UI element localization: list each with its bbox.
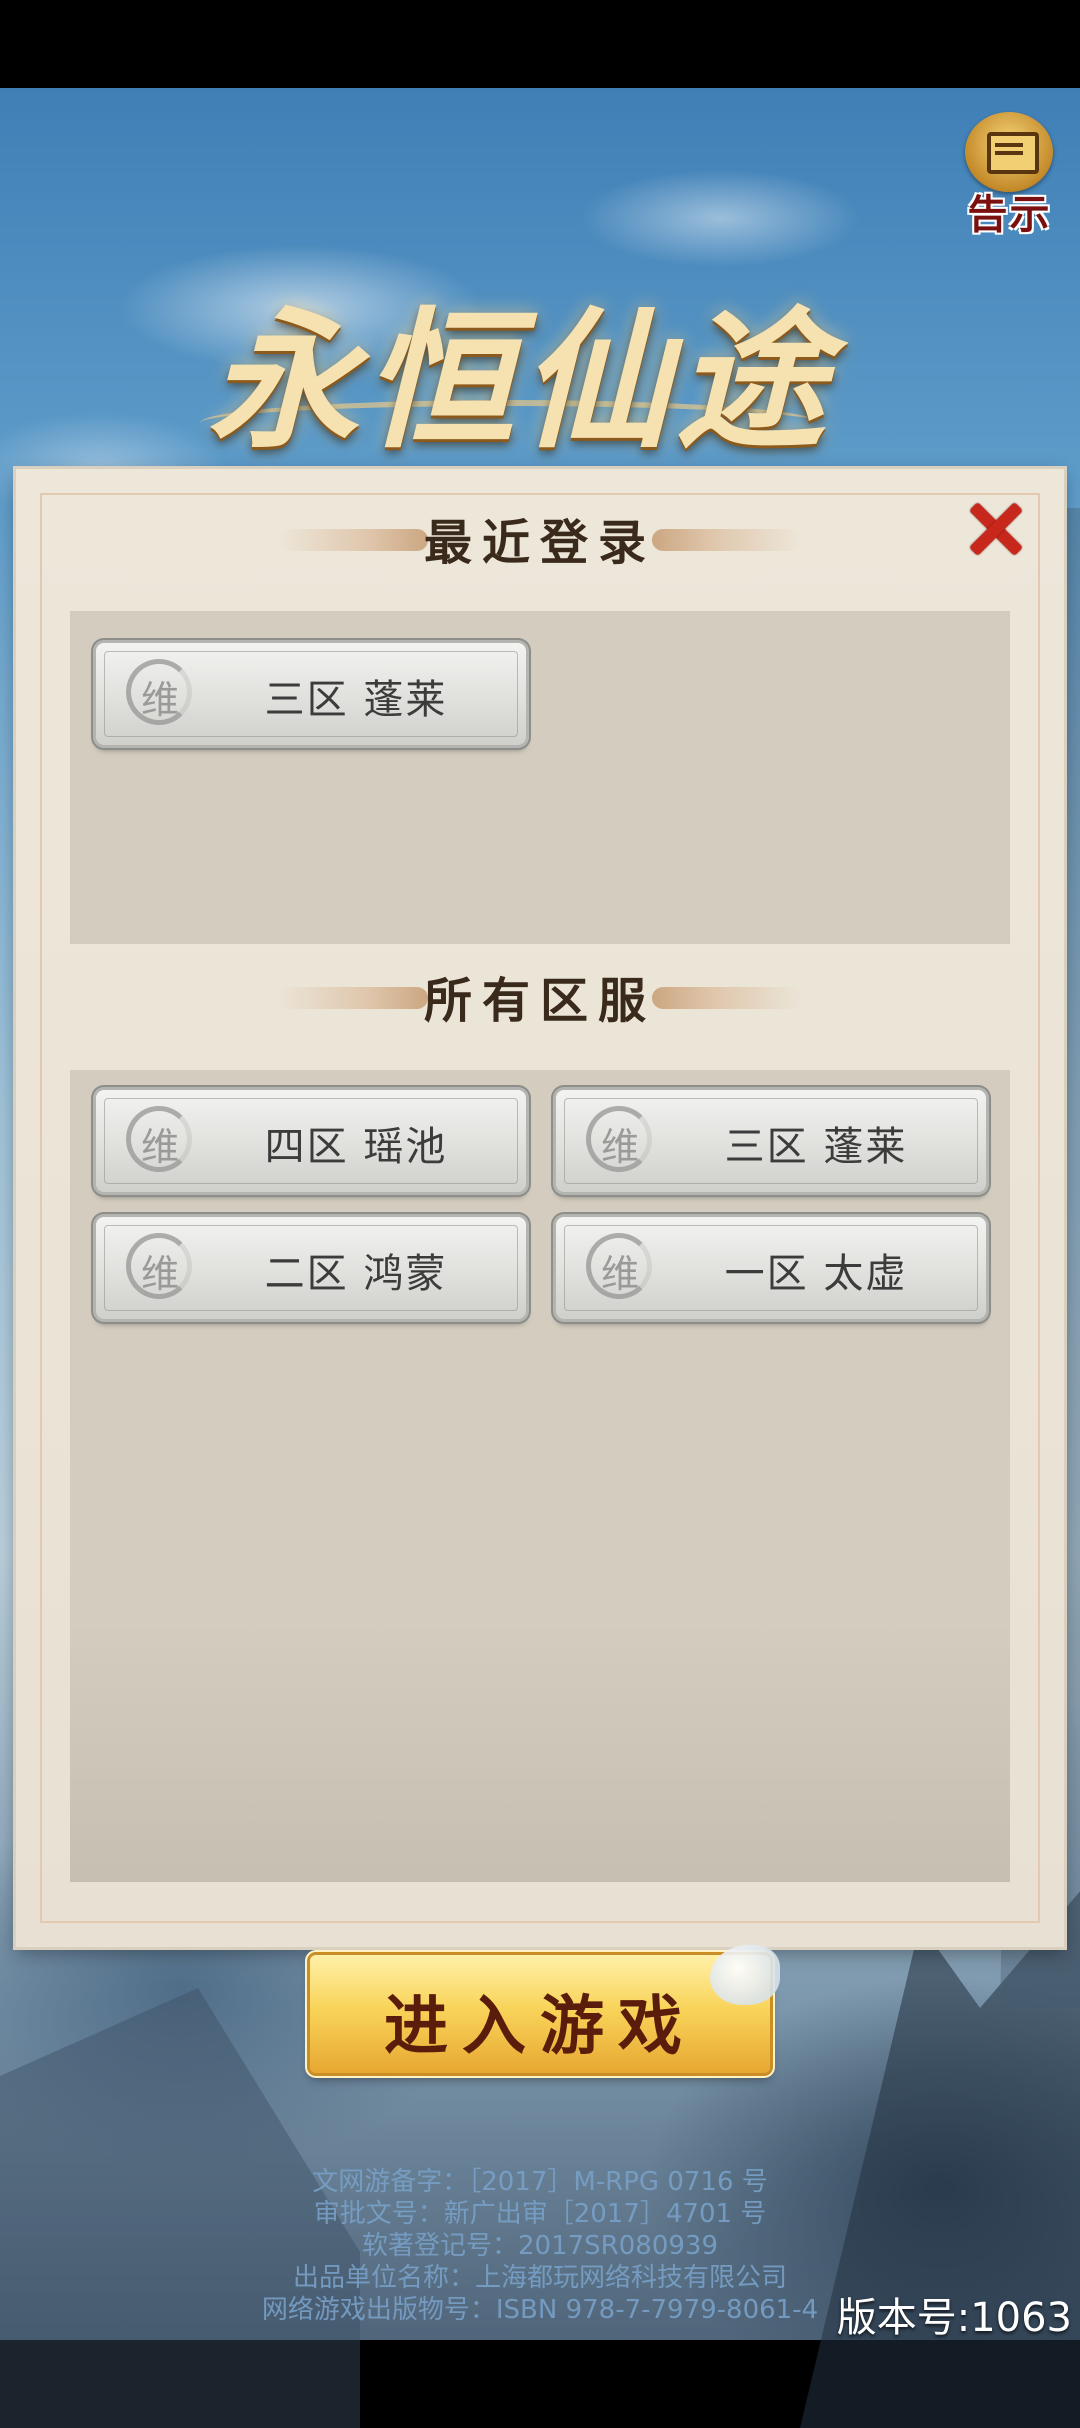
maintenance-glyph: 维 [600,1252,639,1296]
credit-line: 审批文号：新广出审［2017］4701 号 [313,2199,767,2229]
enter-game-label: 进入游戏 [384,1989,696,2064]
credit-line: 软著登记号：2017SR080939 [362,2231,718,2261]
enter-game-button[interactable]: 进入游戏 [310,1945,780,2073]
server-button[interactable]: 维 四区 瑶池 [96,1090,526,1192]
recent-server-button[interactable]: 维 三区 蓬莱 [96,643,526,745]
server-button[interactable]: 维 一区 太虚 [556,1217,986,1319]
server-name: 四区 瑶池 [264,1124,448,1170]
recent-server-list: 维 三区 蓬莱 [70,611,1010,944]
game-logo: 永恒仙途 [160,250,880,469]
server-name: 一区 太虚 [724,1251,908,1297]
all-server-list: 维 四区 瑶池 维 三区 蓬莱 维 二区 鸿蒙 维 一区 太虚 [70,1070,1010,1882]
status-bar [0,0,1080,88]
all-servers-header: 所有区服 [16,953,1064,1033]
maintenance-glyph: 维 [140,1252,179,1296]
maintenance-glyph: 维 [600,1125,639,1169]
version-label: 版本号:1063 [836,2295,1072,2341]
server-name: 三区 蓬莱 [264,677,448,723]
credit-line: 网络游戏出版物号：ISBN 978-7-7979-8061-4 [261,2295,819,2325]
server-button[interactable]: 维 三区 蓬莱 [556,1090,986,1192]
license-credits: 文网游备字：［2017］M-RPG 0716 号 审批文号：新广出审［2017］… [150,2166,930,2326]
maintenance-glyph: 维 [140,1125,179,1169]
notice-button[interactable]: 告示 [957,110,1062,238]
server-name: 三区 蓬莱 [724,1124,908,1170]
game-logo-text: 永恒仙途 [207,293,832,469]
recent-header: 最近登录 [16,495,1064,575]
recent-title: 最近登录 [423,515,656,571]
maintenance-glyph: 维 [140,678,179,722]
notice-label: 告示 [967,191,1052,238]
credit-line: 文网游备字：［2017］M-RPG 0716 号 [312,2167,768,2197]
server-name: 二区 鸿蒙 [264,1251,448,1297]
credit-line: 出品单位名称：上海都玩网络科技有限公司 [292,2263,787,2293]
server-button[interactable]: 维 二区 鸿蒙 [96,1217,526,1319]
server-select-panel: 最近登录 维 三区 蓬莱 所有区服 维 四区 瑶池 维 三区 蓬莱 维 二区 鸿… [16,469,1064,1947]
all-servers-title: 所有区服 [423,973,656,1029]
scroll-icon [965,112,1053,192]
